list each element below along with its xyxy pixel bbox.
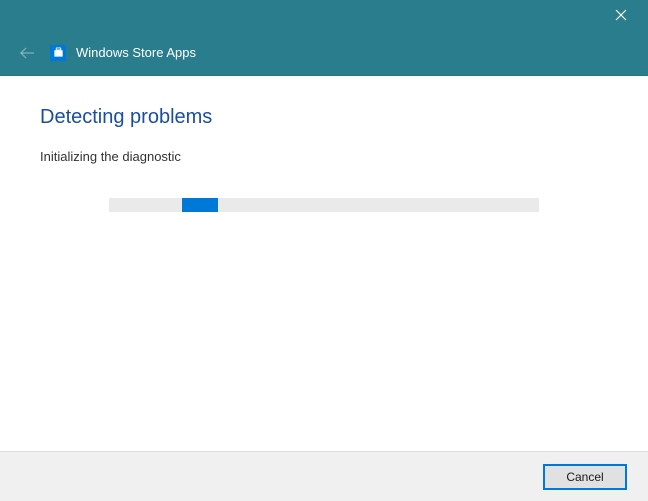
progress-bar [109, 198, 539, 212]
status-text: Initializing the diagnostic [40, 149, 608, 164]
footer: Cancel [0, 451, 648, 501]
wizard-header: Windows Store Apps [0, 30, 648, 76]
progress-indicator [182, 198, 218, 212]
titlebar [0, 0, 648, 30]
close-button[interactable] [606, 1, 636, 29]
back-arrow-icon [19, 46, 35, 60]
cancel-button[interactable]: Cancel [544, 465, 626, 489]
close-icon [615, 9, 627, 21]
main-content: Detecting problems Initializing the diag… [0, 76, 648, 451]
back-button [16, 42, 38, 64]
app-icon [50, 45, 66, 61]
store-icon [53, 47, 64, 58]
header-title: Windows Store Apps [76, 45, 196, 60]
page-heading: Detecting problems [40, 106, 608, 129]
